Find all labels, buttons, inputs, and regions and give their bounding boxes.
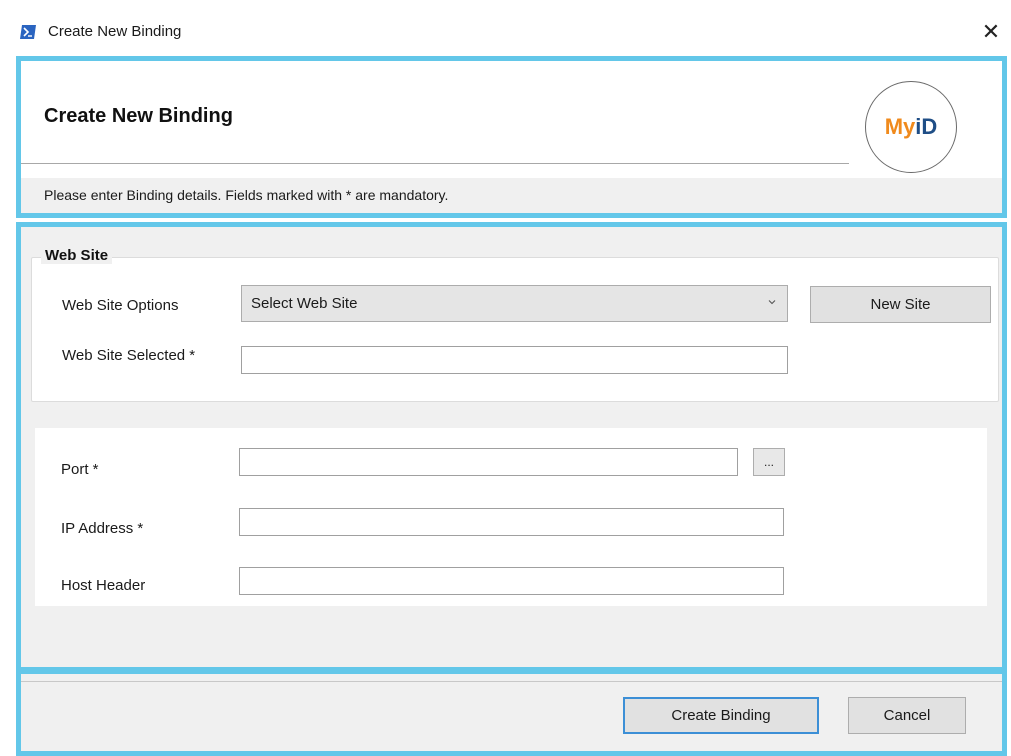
ellipsis-icon: ... — [763, 455, 774, 469]
create-binding-window: Create New Binding ✕ Create New Binding … — [0, 0, 1011, 756]
binding-details-panel: Port * ... IP Address * Host Header — [35, 428, 987, 606]
website-options-value: Select Web Site — [251, 295, 358, 312]
website-group-legend: Web Site — [41, 247, 113, 264]
host-header-field[interactable] — [239, 567, 784, 595]
close-button[interactable]: ✕ — [974, 14, 1008, 50]
cancel-label: Cancel — [883, 707, 931, 724]
create-binding-button[interactable]: Create Binding — [623, 697, 819, 734]
ip-address-field[interactable] — [239, 508, 784, 536]
instructions-text: Please enter Binding details. Fields mar… — [44, 187, 449, 203]
new-site-button[interactable]: New Site — [810, 286, 991, 323]
info-band: Please enter Binding details. Fields mar… — [21, 178, 1002, 213]
port-field[interactable] — [239, 448, 738, 476]
website-selected-field[interactable] — [241, 346, 788, 374]
ip-address-label: IP Address * — [61, 520, 144, 537]
website-options-select[interactable]: Select Web Site — [241, 285, 788, 322]
logo-text-my: My — [884, 114, 916, 139]
header-divider — [21, 163, 849, 164]
website-selected-label: Web Site Selected * — [62, 347, 196, 364]
browse-port-button[interactable]: ... — [753, 448, 785, 476]
form-panel: Web Site Options Select Web Site New Sit… — [16, 222, 1007, 672]
create-binding-label: Create Binding — [671, 707, 771, 724]
window-title: Create New Binding — [48, 23, 182, 40]
title-bar: Create New Binding ✕ — [0, 8, 1011, 56]
footer-divider — [21, 681, 1002, 682]
header-panel: Create New Binding My iD Please enter Bin… — [16, 56, 1007, 218]
powershell-icon — [20, 25, 36, 39]
website-group: Web Site Options Select Web Site New Sit… — [31, 257, 999, 402]
new-site-label: New Site — [870, 296, 931, 313]
page-title: Create New Binding — [44, 105, 233, 127]
chevron-down-icon — [768, 300, 776, 305]
cancel-button[interactable]: Cancel — [848, 697, 966, 734]
logo-text-id: iD — [915, 114, 938, 139]
website-options-label: Web Site Options — [62, 297, 179, 314]
myid-logo: My iD — [865, 81, 957, 173]
footer-panel: Create Binding Cancel — [16, 669, 1007, 756]
host-header-label: Host Header — [61, 577, 146, 594]
port-label: Port * — [61, 461, 99, 478]
close-icon: ✕ — [981, 19, 1001, 44]
